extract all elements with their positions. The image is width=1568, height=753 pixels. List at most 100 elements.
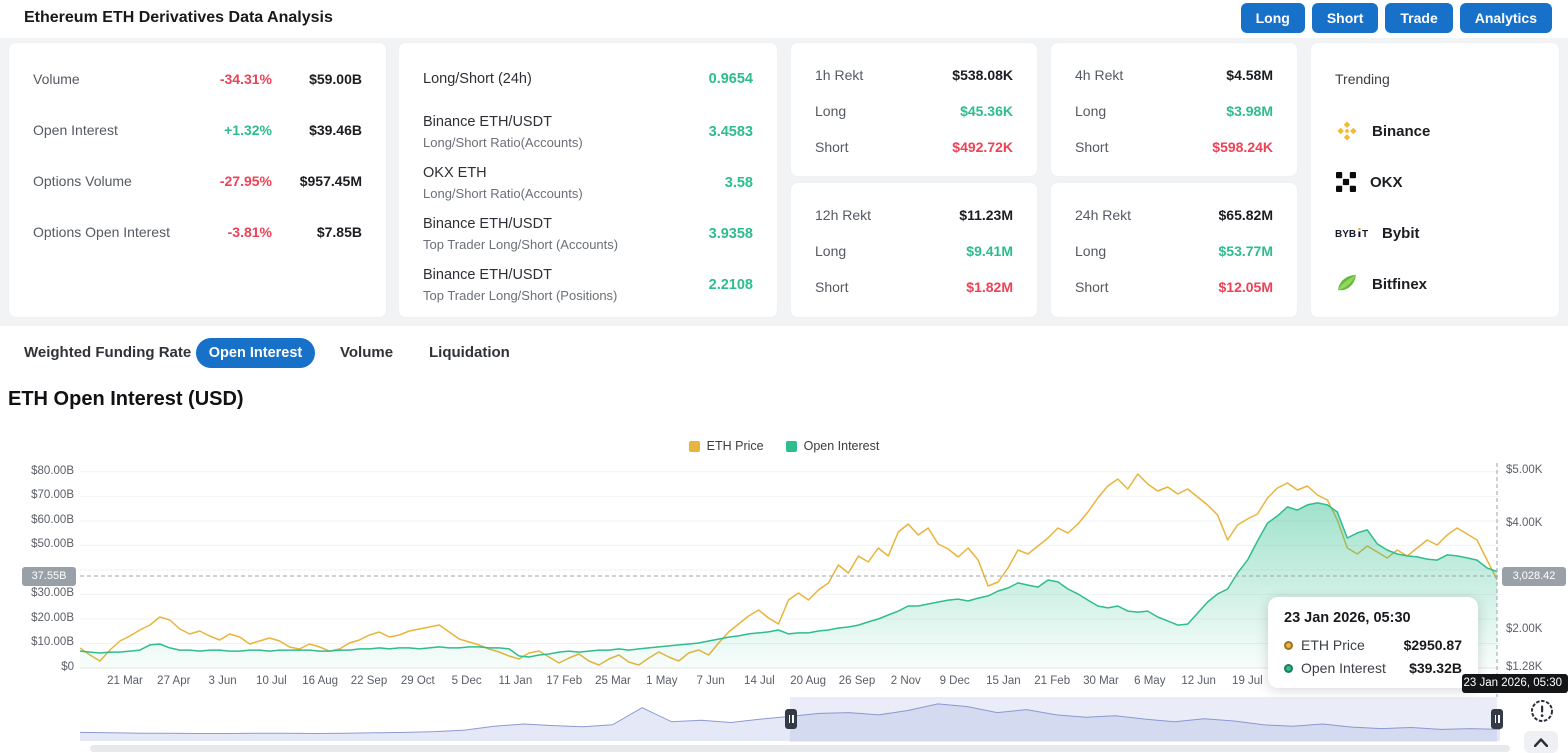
stats-row: Open Interest+1.32%$39.46B bbox=[33, 121, 362, 139]
rekt-short-value: $598.24K bbox=[1212, 139, 1273, 155]
rekt-short-label: Short bbox=[1075, 139, 1212, 155]
stats-label: Open Interest bbox=[33, 122, 198, 138]
crosshair-left-axis-badge: 37.55B bbox=[22, 567, 76, 586]
ratio-label-group: Long/Short (24h) bbox=[423, 71, 532, 87]
stats-row: Volume-34.31%$59.00B bbox=[33, 70, 362, 88]
rekt-total-label: 4h Rekt bbox=[1075, 67, 1226, 83]
rekt-short-value: $1.82M bbox=[966, 279, 1013, 295]
legend-item-open-interest[interactable]: Open Interest bbox=[786, 438, 880, 454]
rekt-short: Short$598.24K bbox=[1075, 138, 1273, 156]
exchange-name: Binance bbox=[1372, 123, 1430, 140]
rekt-card-12h: 12h Rekt$11.23M Long$9.41M Short$1.82M bbox=[790, 182, 1038, 318]
rekt-short-value: $12.05M bbox=[1219, 279, 1273, 295]
ratio-row: Long/Short (24h)0.9654 bbox=[423, 70, 753, 88]
stats-label: Options Volume bbox=[33, 173, 198, 189]
ratio-label-group: Binance ETH/USDT Top Trader Long/Short (A… bbox=[423, 216, 618, 252]
tab-weighted-funding-rate[interactable]: Weighted Funding Rate bbox=[24, 338, 191, 368]
ratio-value: 2.2108 bbox=[709, 277, 753, 293]
bitfinex-logo-icon bbox=[1335, 272, 1359, 296]
eth-price-dot-icon bbox=[1284, 641, 1293, 650]
stats-value: $39.46B bbox=[272, 122, 362, 138]
okx-logo-icon bbox=[1335, 171, 1357, 193]
chart-tooltip: 23 Jan 2026, 05:30 ETH Price $2950.87 Op… bbox=[1268, 597, 1478, 688]
bybit-icon-wrap: BYBT bbox=[1335, 226, 1369, 240]
rekt-long-label: Long bbox=[1075, 103, 1226, 119]
rekt-total: 12h Rekt$11.23M bbox=[815, 206, 1013, 224]
header-button-trade[interactable]: Trade bbox=[1385, 3, 1452, 33]
bybit-logo-icon: BYBT bbox=[1335, 226, 1369, 240]
rekt-total-value: $538.08K bbox=[952, 67, 1013, 83]
crosshair-right-axis-badge: 3,028.42 bbox=[1502, 567, 1566, 586]
rekt-long-label: Long bbox=[1075, 243, 1219, 259]
rekt-short-value: $492.72K bbox=[952, 139, 1013, 155]
ratio-label: Binance ETH/USDT bbox=[423, 216, 618, 232]
legend-swatch-icon bbox=[689, 441, 700, 452]
svg-text:T: T bbox=[1362, 229, 1368, 240]
rekt-card-4h: 4h Rekt$4.58M Long$3.98M Short$598.24K bbox=[1050, 42, 1298, 177]
rekt-long-value: $3.98M bbox=[1226, 103, 1273, 119]
trending-exchange-bitfinex[interactable]: Bitfinex bbox=[1335, 271, 1427, 297]
stats-value: $957.45M bbox=[272, 173, 362, 189]
market-stats-card: Volume-34.31%$59.00BOpen Interest+1.32%$… bbox=[8, 42, 387, 318]
tooltip-date: 23 Jan 2026, 05:30 bbox=[1284, 610, 1462, 626]
legend-label: ETH Price bbox=[707, 439, 764, 453]
header-button-short[interactable]: Short bbox=[1312, 3, 1379, 33]
ratio-sublabel: Top Trader Long/Short (Accounts) bbox=[423, 237, 618, 252]
rekt-total-value: $4.58M bbox=[1226, 67, 1273, 83]
rekt-long-label: Long bbox=[815, 243, 966, 259]
rekt-total-label: 12h Rekt bbox=[815, 207, 959, 223]
legend-swatch-icon bbox=[786, 441, 797, 452]
rekt-card-24h: 24h Rekt$65.82MLong$53.77MShort$12.05M bbox=[1050, 182, 1298, 318]
stats-change: -3.81% bbox=[198, 224, 272, 240]
rekt-long-value: $45.36K bbox=[960, 103, 1013, 119]
rekt-long: Long$45.36K bbox=[815, 102, 1013, 120]
chart-navigator[interactable] bbox=[0, 697, 1568, 742]
ratio-label-group: Binance ETH/USDTLong/Short Ratio(Account… bbox=[423, 114, 583, 150]
rekt-total-value: $65.82M bbox=[1219, 207, 1273, 223]
ratio-sublabel: Long/Short Ratio(Accounts) bbox=[423, 135, 583, 150]
trending-exchange-okx[interactable]: OKX bbox=[1335, 169, 1403, 195]
rekt-short: Short$1.82M bbox=[815, 278, 1013, 296]
ratio-label: Binance ETH/USDT bbox=[423, 267, 617, 283]
exchange-name: OKX bbox=[1370, 174, 1403, 191]
legend-item-eth-price[interactable]: ETH Price bbox=[689, 438, 764, 454]
stats-row: Options Open Interest-3.81%$7.85B bbox=[33, 223, 362, 241]
ratio-sublabel: Long/Short Ratio(Accounts) bbox=[423, 186, 583, 201]
ratio-label-group: OKX ETHLong/Short Ratio(Accounts) bbox=[423, 165, 583, 201]
stats-change: -27.95% bbox=[198, 173, 272, 189]
navigator-left-handle[interactable] bbox=[785, 709, 797, 729]
rekt-long-label: Long bbox=[815, 103, 960, 119]
stats-change: +1.32% bbox=[198, 122, 272, 138]
crosshair-date-badge: 23 Jan 2026, 05:30 bbox=[1462, 674, 1568, 693]
trending-exchange-bybit[interactable]: BYBTBybit bbox=[1335, 220, 1420, 246]
tab-open-interest[interactable]: Open Interest bbox=[196, 338, 315, 368]
tooltip-row-eth-price: ETH Price $2950.87 bbox=[1284, 637, 1462, 653]
ratio-value: 3.58 bbox=[725, 175, 753, 191]
tab-liquidation[interactable]: Liquidation bbox=[429, 338, 510, 368]
page-title: Ethereum ETH Derivatives Data Analysis bbox=[24, 9, 333, 27]
header-button-long[interactable]: Long bbox=[1241, 3, 1305, 33]
navigator-right-handle[interactable] bbox=[1491, 709, 1503, 729]
ratio-label: Long/Short (24h) bbox=[423, 71, 532, 87]
ratio-row: Binance ETH/USDTLong/Short Ratio(Account… bbox=[423, 113, 753, 151]
trending-exchange-binance[interactable]: Binance bbox=[1335, 118, 1430, 144]
header-action-buttons: LongShortTrade Analytics bbox=[1241, 3, 1552, 33]
rekt-long-value: $53.77M bbox=[1219, 243, 1273, 259]
tooltip-row-open-interest: Open Interest $39.32B bbox=[1284, 660, 1462, 676]
ratio-row: OKX ETHLong/Short Ratio(Accounts) 3.58 bbox=[423, 164, 753, 202]
long-short-ratio-card: Long/Short (24h)0.9654Binance ETH/USDTLo… bbox=[398, 42, 778, 318]
okx-icon-wrap bbox=[1335, 171, 1357, 193]
rekt-total-label: 24h Rekt bbox=[1075, 207, 1219, 223]
stats-cards-band: Volume-34.31%$59.00BOpen Interest+1.32%$… bbox=[0, 38, 1568, 326]
horizontal-scrollbar[interactable] bbox=[90, 745, 1510, 752]
tab-volume[interactable]: Volume bbox=[340, 338, 393, 368]
legend-label: Open Interest bbox=[804, 439, 880, 453]
stats-change: -34.31% bbox=[198, 71, 272, 87]
chart-title: ETH Open Interest (USD) bbox=[8, 388, 244, 411]
stats-value: $7.85B bbox=[272, 224, 362, 240]
rekt-card-1h: 1h Rekt$538.08KLong$45.36KShort$492.72K bbox=[790, 42, 1038, 177]
stats-row: Options Volume-27.95%$957.45M bbox=[33, 172, 362, 190]
header-button-analytics[interactable]: Analytics bbox=[1460, 3, 1552, 33]
rekt-long: Long$9.41M bbox=[815, 242, 1013, 260]
binance-logo-icon bbox=[1335, 119, 1359, 143]
